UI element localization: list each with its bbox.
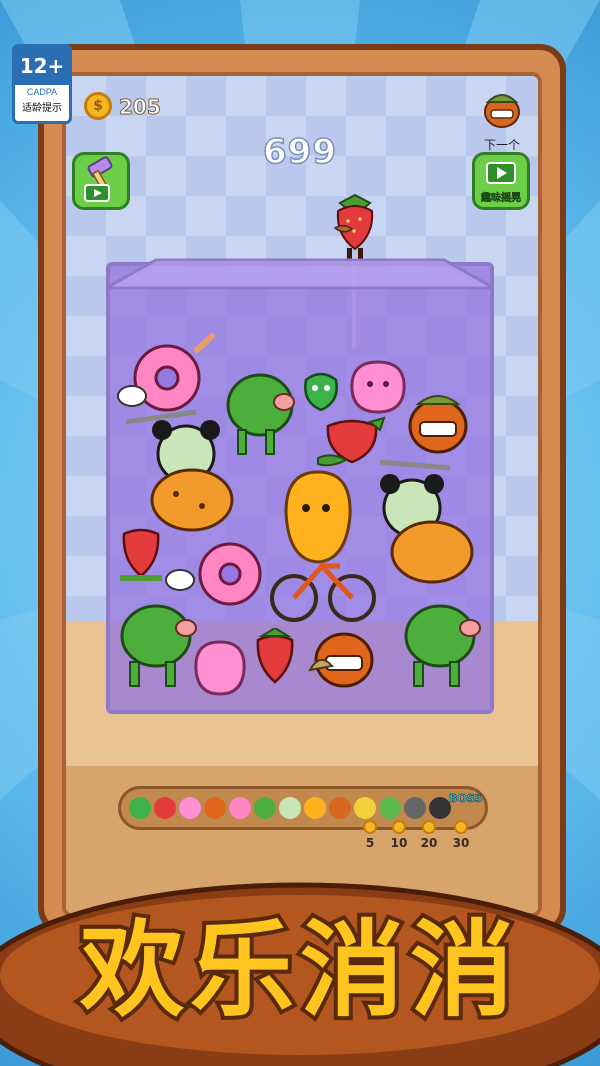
reward-30: 30 — [446, 820, 476, 850]
age-rating: 12+ — [15, 47, 69, 85]
mango-icon — [270, 454, 376, 622]
pumpkin-monster-icon — [308, 632, 374, 688]
cactus-pig-icon — [404, 604, 481, 687]
strawberry-icon — [256, 628, 294, 684]
next-monster-icon — [484, 94, 520, 128]
pepper-icon — [129, 797, 151, 819]
container-rim — [106, 258, 494, 290]
blob-icon — [179, 797, 201, 819]
next-label: 下一个 — [483, 138, 520, 152]
age-rating-badge: 12+ CADPA 适龄提示 — [12, 44, 72, 124]
hammer-icon — [84, 156, 113, 202]
coin-icon: $ — [84, 92, 112, 120]
video-icon — [486, 162, 516, 184]
coin-icon — [363, 820, 377, 834]
strawberry-icon — [154, 797, 176, 819]
shake-label: 趣味摇晃 — [481, 193, 522, 205]
coin-icon — [392, 820, 406, 834]
cactus-pig-icon — [254, 797, 276, 819]
title-text: 欢乐消消 — [79, 909, 520, 1031]
shake-button[interactable]: 趣味摇晃 — [472, 152, 530, 210]
blob-icon — [194, 640, 246, 696]
lime-icon — [379, 797, 401, 819]
coin-icon — [422, 820, 436, 834]
pumpkin-monster-icon — [329, 797, 351, 819]
donut-icon — [229, 797, 251, 819]
reward-5: 5 — [355, 820, 385, 850]
next-preview: 下一个 — [474, 86, 530, 153]
lemon-icon — [354, 797, 376, 819]
strawberry-icon[interactable] — [330, 193, 380, 265]
reward-10: 10 — [384, 820, 414, 850]
coin-count: 205 — [119, 95, 162, 120]
ninja-icon — [404, 797, 426, 819]
pumpkin-monster-icon — [204, 797, 226, 819]
boss-icon — [429, 797, 451, 819]
mango-icon — [304, 797, 326, 819]
boss-label: BOSS — [449, 792, 483, 806]
hammer-button[interactable] — [72, 152, 130, 210]
rating-org: CADPA — [26, 87, 58, 97]
coin-icon — [454, 820, 468, 834]
panda-icon — [379, 459, 474, 584]
rating-tip: 适龄提示 — [22, 103, 62, 114]
pumpkin-monster-icon — [408, 395, 468, 454]
game-title: 欢乐消消 — [75, 905, 520, 1035]
cactus-pig-icon — [120, 604, 197, 687]
reward-20: 20 — [414, 820, 444, 850]
panda-icon — [279, 797, 301, 819]
pepper-icon — [304, 372, 338, 412]
panda-icon — [126, 409, 234, 532]
